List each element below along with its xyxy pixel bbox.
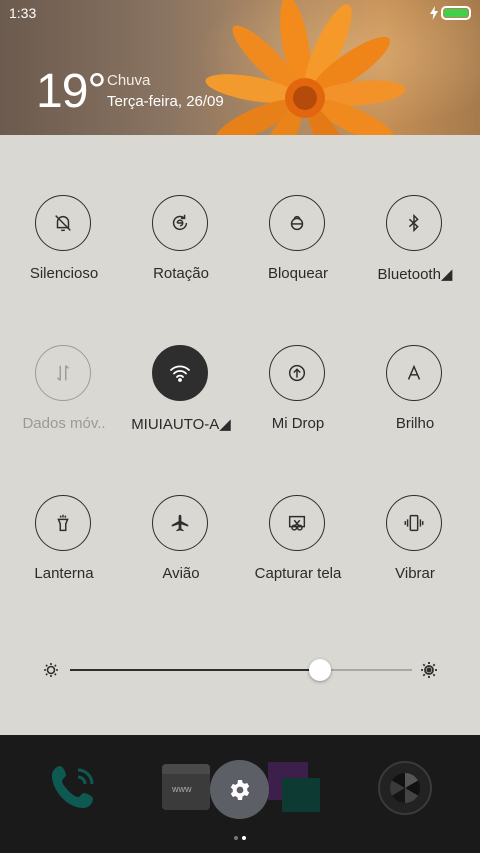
status-time: 1:33: [9, 5, 37, 21]
toggle-label: Dados móv..: [22, 415, 106, 432]
toggle-mobile-data[interactable]: Dados móv..: [4, 345, 124, 455]
brightness-fill: [70, 669, 320, 671]
phone-app-icon[interactable]: [46, 760, 102, 816]
toggle-label: Bluetooth◢: [377, 266, 453, 283]
toggle-label: MIUIAUTO-A◢: [131, 416, 231, 433]
toggle-label: Lanterna: [34, 565, 94, 582]
toggle-brightness[interactable]: Brilho: [355, 345, 475, 455]
brightness-high-icon: [421, 662, 437, 678]
page-dot-active: [242, 836, 246, 840]
rotation-lock-icon: [152, 195, 208, 251]
toggle-label: Silencioso: [29, 265, 99, 282]
mobile-data-icon: [35, 345, 91, 401]
toggle-label: Rotação: [153, 265, 209, 282]
airplane-icon: [152, 495, 208, 551]
toggle-silent[interactable]: Silencioso: [4, 195, 124, 305]
screenshot-icon: [269, 495, 325, 551]
browser-app-icon[interactable]: www: [162, 764, 210, 810]
toggle-label: Vibrar: [395, 565, 435, 582]
toggle-rotation[interactable]: Rotação: [121, 195, 241, 305]
brightness-low-icon: [44, 663, 58, 677]
toggle-vibrate[interactable]: Vibrar: [355, 495, 475, 605]
brightness-thumb[interactable]: [308, 659, 331, 681]
toggle-label: Bloquear: [267, 265, 329, 282]
weather-temperature[interactable]: 19°: [36, 64, 107, 120]
vibrate-icon: [386, 495, 442, 551]
toggle-label: Mi Drop: [271, 415, 325, 432]
auto-brightness-icon: [386, 345, 442, 401]
battery-full-icon: [441, 6, 471, 20]
bluetooth-icon: [386, 195, 442, 251]
bell-off-icon: [35, 195, 91, 251]
page-indicator: [232, 827, 248, 845]
lock-icon: [269, 195, 325, 251]
weather-condition[interactable]: Chuva: [107, 72, 150, 89]
mi-drop-icon: [269, 345, 325, 401]
brightness-track[interactable]: [70, 669, 412, 671]
toggle-mi-drop[interactable]: Mi Drop: [238, 345, 358, 455]
camera-app-icon[interactable]: [378, 761, 432, 815]
wifi-icon: [152, 345, 208, 401]
brightness-slider[interactable]: [0, 655, 480, 685]
toggle-flashlight[interactable]: Lanterna: [4, 495, 124, 605]
toggle-label: Brilho: [395, 415, 435, 432]
weather-date[interactable]: Terça-feira, 26/09: [107, 93, 224, 110]
toggle-label: Avião: [162, 565, 200, 582]
flashlight-icon: [35, 495, 91, 551]
toggle-bluetooth[interactable]: Bluetooth◢: [355, 195, 475, 305]
charging-bolt-icon: [430, 6, 438, 20]
status-bar: 1:33: [0, 0, 480, 26]
quick-settings-panel: Silencioso Rotação Bloquear Bluetooth◢ D…: [0, 135, 480, 735]
settings-button[interactable]: [210, 760, 269, 819]
gear-icon: [230, 779, 249, 800]
page-dot: [234, 836, 238, 840]
gallery-app-icon[interactable]: [268, 762, 320, 812]
toggle-airplane[interactable]: Avião: [121, 495, 241, 605]
toggle-wifi[interactable]: MIUIAUTO-A◢: [121, 345, 241, 455]
toggle-label: Capturar tela: [254, 565, 342, 582]
toggle-lock[interactable]: Bloquear: [238, 195, 358, 305]
toggle-screenshot[interactable]: Capturar tela: [238, 495, 358, 605]
